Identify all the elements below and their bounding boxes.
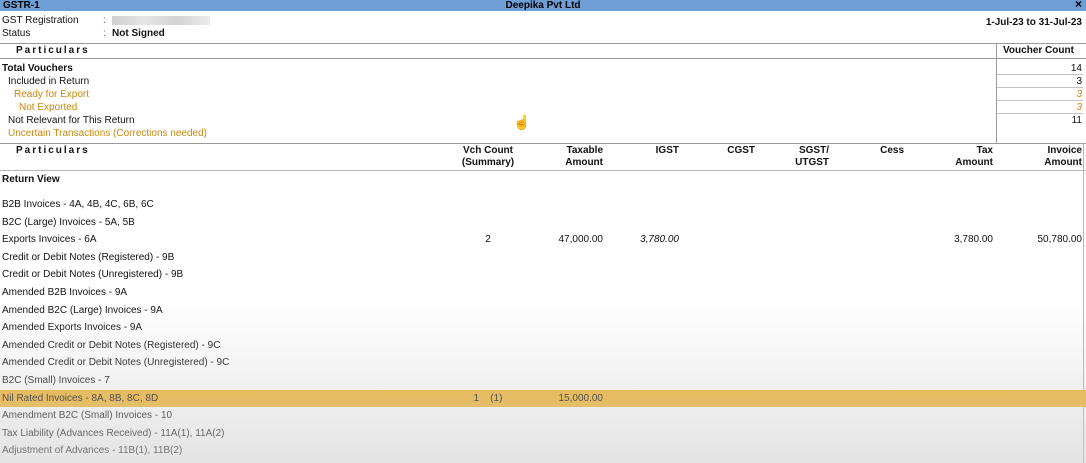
summary-row-not-relevant[interactable]: Not Relevant for This Return 11 — [0, 114, 1086, 127]
sgst-header-line1: SGST/ — [798, 145, 829, 156]
summary-row-label: Included in Return — [8, 76, 90, 87]
table-row[interactable]: Credit or Debit Notes (Registered) - 9B — [0, 249, 1086, 266]
summary-row-label: Not Exported — [19, 102, 78, 113]
row-particulars: Amended B2B Invoices - 9A — [2, 287, 128, 298]
table-row[interactable]: Exports Invoices - 6A 2 47,000.00 3,780.00 3… — [0, 231, 1086, 248]
cess-header: Cess — [880, 145, 904, 156]
summary-row-ready-for-export[interactable]: Ready for Export 3 — [0, 88, 1086, 101]
sgst-header-line2: UTGST — [795, 157, 829, 168]
tax-header-line1: Tax — [976, 145, 994, 156]
summary-row-label: Not Relevant for This Return — [8, 115, 135, 126]
table-row[interactable]: B2C (Large) Invoices - 5A, 5B — [0, 214, 1086, 231]
table-row[interactable]: Tax Liability (Advances Received) - 11A(… — [0, 425, 1086, 442]
table-row[interactable]: Nil Rated Invoices - 8A, 8B, 8C, 8D 1 (1)… — [0, 389, 1086, 407]
row-particulars: Amendment B2C (Small) Invoices - 10 — [2, 410, 173, 422]
summary-row-total-vouchers[interactable]: Total Vouchers 14 — [0, 62, 1086, 75]
taxable-header-line2: Amount — [565, 157, 603, 168]
table-particulars-header: Particulars — [16, 145, 90, 156]
igst-header: IGST — [655, 145, 679, 156]
cgst-header: CGST — [727, 145, 755, 156]
table-row[interactable]: Amended B2B Invoices - 9A — [0, 284, 1086, 301]
hand-pointer-icon: ☝ — [513, 114, 531, 130]
row-vch: 2 — [485, 234, 491, 246]
taxable-header-line1: Taxable — [566, 145, 604, 156]
summary-row-not-exported[interactable]: Not Exported 3 — [0, 101, 1086, 114]
row-invoice: 50,780.00 — [1037, 234, 1083, 246]
row-particulars: Amended Exports Invoices - 9A — [2, 322, 143, 334]
table-row[interactable]: Adjustment of Advances - 11B(1), 11B(2) — [0, 442, 1086, 459]
vch-count-header-line1: Vch Count — [463, 145, 513, 156]
colon: : — [103, 15, 106, 26]
vch-count-header-line2: (Summary) — [461, 157, 515, 168]
table-row[interactable]: Amended Exports Invoices - 9A — [0, 319, 1086, 336]
row-particulars: Amended Credit or Debit Notes (Registere… — [2, 339, 221, 351]
sgst-header: SGST/ UTGST — [770, 145, 829, 169]
tax-amount-header: Tax Amount — [930, 145, 993, 169]
gst-registration-label: GST Registration — [2, 15, 79, 26]
summary-row-label: Ready for Export — [14, 89, 90, 100]
row-particulars: Nil Rated Invoices - 8A, 8B, 8C, 8D — [2, 392, 159, 404]
row-particulars: Credit or Debit Notes (Registered) - 9B — [2, 251, 175, 263]
summary-row-included[interactable]: Included in Return 3 — [0, 75, 1086, 88]
summary-row-count: 3 — [1076, 102, 1082, 113]
row-particulars: Credit or Debit Notes (Unregistered) - 9… — [2, 269, 184, 281]
invoice-header-line2: Amount — [1044, 157, 1082, 168]
table-row[interactable]: B2C (Small) Invoices - 7 — [0, 372, 1086, 389]
gst-registration-value-redacted — [112, 16, 210, 25]
table-row[interactable]: Amended Credit or Debit Notes (Unregiste… — [0, 354, 1086, 371]
summary-row-uncertain[interactable]: Uncertain Transactions (Corrections need… — [0, 127, 1086, 140]
summary-row-label: Total Vouchers — [2, 63, 73, 74]
table-row[interactable]: Amendment B2C (Small) Invoices - 10 — [0, 407, 1086, 424]
invoice-header-line1: Invoice — [1047, 145, 1082, 156]
row-taxable: 15,000.00 — [558, 392, 604, 404]
row-particulars: Tax Liability (Advances Received) - 11A(… — [2, 427, 225, 439]
close-icon[interactable]: × — [1075, 0, 1082, 10]
status-value: Not Signed — [112, 28, 165, 39]
row-taxable: 47,000.00 — [558, 234, 604, 246]
period-range[interactable]: 1-Jul-23 to 31-Jul-23 — [986, 17, 1082, 28]
row-particulars: Amended B2C (Large) Invoices - 9A — [2, 304, 163, 316]
row-vch: 1 (1) — [473, 392, 503, 404]
taxable-amount-header: Taxable Amount — [530, 145, 603, 169]
summary-row-count: 14 — [1070, 63, 1082, 74]
table-row[interactable]: B2B Invoices - 4A, 4B, 4C, 6B, 6C — [0, 196, 1086, 213]
row-particulars: Exports Invoices - 6A — [2, 234, 97, 246]
row-particulars: B2C (Small) Invoices - 7 — [2, 375, 110, 386]
vch-count-header: Vch Count (Summary) — [450, 145, 526, 169]
summary-row-count: 3 — [1076, 89, 1082, 100]
tax-header-line2: Amount — [955, 157, 993, 168]
title-bar: GSTR-1 Deepika Pvt Ltd × — [0, 0, 1086, 11]
row-particulars: B2C (Large) Invoices - 5A, 5B — [2, 216, 135, 228]
colon: : — [103, 28, 106, 39]
summary-row-count: 11 — [1071, 115, 1082, 126]
row-tax: 3,780.00 — [954, 234, 993, 246]
table-row[interactable]: Credit or Debit Notes (Unregistered) - 9… — [0, 266, 1086, 283]
table-row[interactable]: Amended B2C (Large) Invoices - 9A — [0, 302, 1086, 319]
voucher-count-header: Voucher Count — [1003, 45, 1074, 56]
row-particulars: Amended Credit or Debit Notes (Unregiste… — [2, 357, 230, 369]
table-row[interactable]: Amended Credit or Debit Notes (Registere… — [0, 337, 1086, 354]
return-view-title: Return View — [2, 174, 60, 185]
summary-row-count: 3 — [1076, 76, 1082, 87]
summary-particulars-header: Particulars — [16, 45, 90, 56]
row-particulars: B2B Invoices - 4A, 4B, 4C, 6B, 6C — [2, 199, 154, 210]
company-name: Deepika Pvt Ltd — [505, 0, 581, 11]
row-igst: 3,780.00 — [640, 234, 679, 246]
invoice-amount-header: Invoice Amount — [1010, 145, 1082, 169]
row-particulars: Adjustment of Advances - 11B(1), 11B(2) — [2, 445, 183, 457]
summary-row-label: Uncertain Transactions (Corrections need… — [8, 128, 207, 139]
status-label: Status — [2, 28, 31, 39]
